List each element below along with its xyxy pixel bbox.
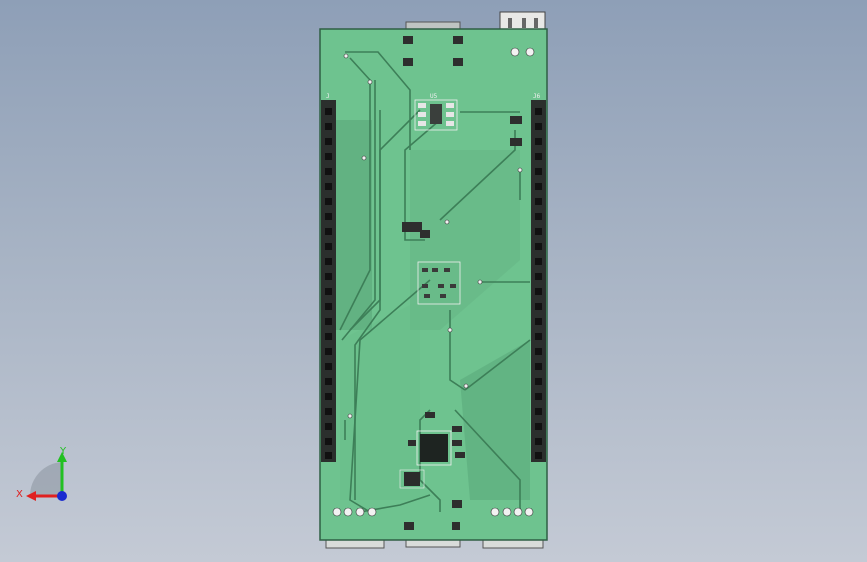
y-axis-label: Y <box>59 446 67 457</box>
orientation-triad[interactable]: Y X <box>16 446 67 501</box>
header-j6[interactable]: J6 <box>531 93 546 462</box>
cad-viewport[interactable]: J J6 U5 Y X <box>0 0 867 562</box>
pcb-view-svg[interactable]: J J6 U5 Y X <box>0 0 867 562</box>
label-u5: U5 <box>430 93 438 100</box>
x-axis-label: X <box>16 489 23 500</box>
label-j-left: J <box>326 93 330 100</box>
label-j6: J6 <box>533 93 541 100</box>
z-axis-dot <box>57 491 67 501</box>
header-j-left[interactable]: J <box>321 93 336 462</box>
